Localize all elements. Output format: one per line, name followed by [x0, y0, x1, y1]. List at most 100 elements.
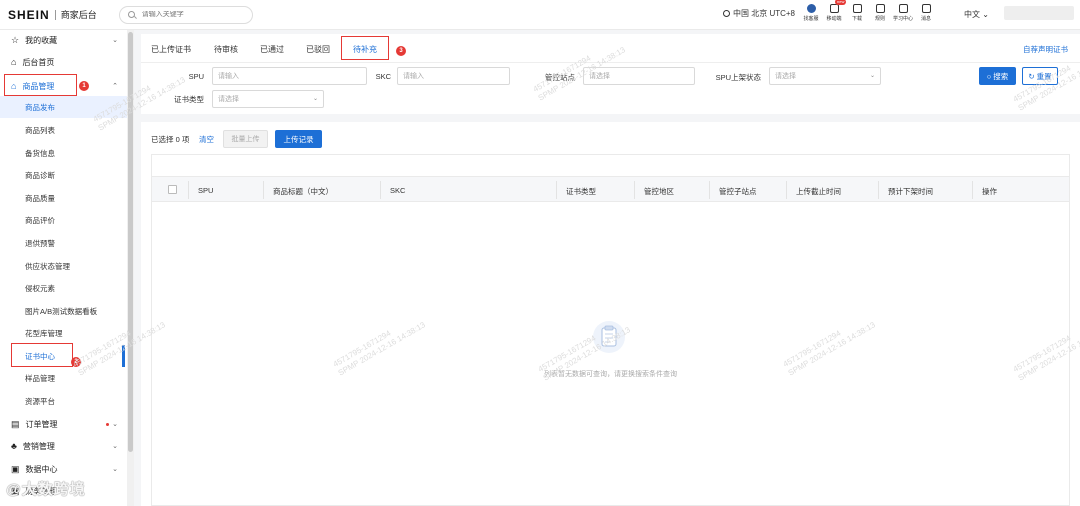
tab-pending-review[interactable]: 待审核 [214, 44, 238, 55]
sidebar-subitem-stock-info[interactable]: 备货信息 [0, 142, 127, 164]
language-label: 中文 [964, 10, 980, 19]
star-icon: ☆ [11, 34, 20, 45]
logo-divider [54, 9, 56, 20]
spu-input[interactable]: 请输入 [212, 67, 367, 85]
cert-placeholder: 请选择 [218, 96, 239, 103]
tool-label: 消息 [920, 16, 931, 22]
bell-icon [921, 4, 931, 13]
tab-rejected[interactable]: 已驳回 [306, 44, 330, 55]
sidebar-subitem-label: 备货信息 [25, 148, 55, 158]
sidebar-subitem-product-review[interactable]: 商品评价 [0, 209, 127, 231]
spu-status-select[interactable]: 请选择 ⌄ [769, 67, 881, 85]
sidebar-subitem-label: 供应状态管理 [25, 261, 70, 271]
chevron-down-icon: ⌄ [982, 10, 989, 19]
sidebar-subitem-label: 侵权元素 [25, 283, 55, 293]
global-search[interactable] [118, 5, 253, 24]
download-icon [852, 4, 862, 13]
tool-label: 下载 [851, 16, 862, 22]
column-spu[interactable]: SPU [198, 186, 213, 195]
rules-button[interactable]: 规则 [869, 4, 891, 22]
sidebar-subitem-label: 图片A/B测试数据看板 [25, 306, 98, 316]
upload-record-button[interactable]: 上传记录 [275, 130, 322, 148]
clear-selection-link[interactable]: 清空 [199, 134, 214, 145]
spu-status-label: SPU上架状态 [715, 73, 761, 82]
sidebar-item-home[interactable]: ⌂ 后台首页 [0, 52, 127, 72]
new-badge: new [835, 0, 847, 5]
sidebar-subitem-label: 商品质量 [25, 193, 55, 203]
headset-icon [806, 4, 816, 13]
column-cert-type[interactable]: 证书类型 [566, 186, 596, 197]
sidebar-subitem-product-diagnosis[interactable]: 商品诊断 [0, 164, 127, 186]
search-icon [127, 11, 135, 18]
cert-type-select[interactable]: 请选择 ⌄ [212, 90, 324, 108]
column-skc[interactable]: SKC [390, 186, 405, 195]
sidebar-subitem-label: 商品列表 [25, 125, 55, 135]
sidebar-item-label: 数据中心 [25, 464, 58, 474]
spu-placeholder: 请输入 [218, 73, 239, 80]
sidebar-subitem-resource-platform[interactable]: 资源平台 [0, 390, 127, 412]
sidebar-subitem-infringement[interactable]: 侵权元素 [0, 277, 127, 299]
skc-placeholder: 请输入 [403, 73, 424, 80]
learning-center-button[interactable]: 学习中心 [892, 4, 914, 22]
tool-label: 移动端 [826, 16, 842, 22]
graduation-cap-icon [898, 4, 908, 13]
search-icon: ○ [986, 71, 992, 81]
sidebar-subitem-sample-management[interactable]: 样品管理 [0, 367, 127, 389]
mobile-button[interactable]: new 移动端 [823, 0, 847, 22]
customer-service-button[interactable]: 找客服 [800, 4, 822, 22]
selected-count: 已选择 0 项 [151, 135, 190, 144]
refresh-icon: ↻ [1028, 71, 1035, 81]
tab-uploaded[interactable]: 已上传证书 [151, 44, 191, 55]
column-separator [634, 181, 635, 199]
sidebar-subitem-label: 资源平台 [25, 396, 55, 406]
select-all-checkbox[interactable] [168, 185, 177, 194]
download-button[interactable]: 下载 [846, 4, 868, 22]
sidebar-subitem-label: 退供预警 [25, 238, 55, 248]
user-account[interactable] [1004, 6, 1074, 20]
tab-approved[interactable]: 已通过 [260, 44, 284, 55]
sidebar-item-order-management[interactable]: ▤ 订单管理 ⌄ [0, 414, 127, 434]
sidebar-item-favorites[interactable]: ☆ 我的收藏 ⌄ [0, 30, 127, 50]
sidebar-item-marketing-management[interactable]: ♣ 营销管理 ⌄ [0, 436, 127, 456]
sidebar-subitem-label: 商品诊断 [25, 170, 55, 180]
document-icon [875, 4, 885, 13]
monitor-icon: ▣ [11, 463, 20, 474]
column-separator [380, 181, 381, 199]
self-declaration-link[interactable]: 自荐声明证书 [1023, 44, 1068, 55]
search-button-label: 搜索 [993, 71, 1009, 81]
column-title[interactable]: 商品标题（中文） [273, 186, 333, 197]
search-input[interactable] [141, 11, 242, 18]
chevron-up-icon: ⌃ [112, 83, 118, 90]
column-separator [556, 181, 557, 199]
column-control-subsite[interactable]: 管控子站点 [719, 186, 757, 197]
language-select[interactable]: 中文 ⌄ [964, 9, 989, 20]
skc-input[interactable]: 请输入 [397, 67, 510, 85]
sidebar-item-label: 后台首页 [22, 57, 55, 67]
sidebar-item-label: 营销管理 [22, 441, 55, 451]
region-text: 中国 北京 UTC+8 [733, 9, 796, 18]
sidebar-subitem-label: 花型库管理 [25, 328, 63, 338]
column-control-region[interactable]: 管控地区 [644, 186, 674, 197]
chevron-down-icon: ⌄ [112, 421, 118, 428]
column-separator [786, 181, 787, 199]
search-button[interactable]: ○ 搜索 [979, 67, 1016, 85]
messages-button[interactable]: 消息 [915, 4, 937, 22]
sidebar-subitem-product-quality[interactable]: 商品质量 [0, 187, 127, 209]
annotation-badge-3: 3 [396, 46, 406, 56]
column-expected-offline[interactable]: 预计下架时间 [888, 186, 933, 197]
column-separator [263, 181, 264, 199]
sidebar-subitem-ab-test[interactable]: 图片A/B测试数据看板 [0, 300, 127, 322]
sidebar-subitem-return-warning[interactable]: 退供预警 [0, 232, 127, 254]
column-actions[interactable]: 操作 [982, 186, 997, 197]
sidebar: ☆ 我的收藏 ⌄ ⌂ 后台首页 ⌂ 商品管理 ⌃ 商品发布 商品列表 备货信息 … [0, 30, 134, 506]
shein-logo[interactable]: SHEIN [8, 8, 50, 22]
sidebar-item-data-center[interactable]: ▣ 数据中心 ⌄ [0, 459, 127, 479]
sidebar-subitem-supply-status[interactable]: 供应状态管理 [0, 255, 127, 277]
batch-upload-button[interactable]: 批量上传 [223, 130, 268, 148]
chevron-down-icon: ⌄ [869, 73, 875, 79]
column-separator [878, 181, 879, 199]
region-timezone[interactable]: 中国 北京 UTC+8 [723, 8, 795, 19]
cert-type-label: 证书类型 [174, 95, 204, 104]
column-upload-deadline[interactable]: 上传截止时间 [796, 186, 841, 197]
chevron-down-icon: ⌄ [112, 37, 118, 44]
